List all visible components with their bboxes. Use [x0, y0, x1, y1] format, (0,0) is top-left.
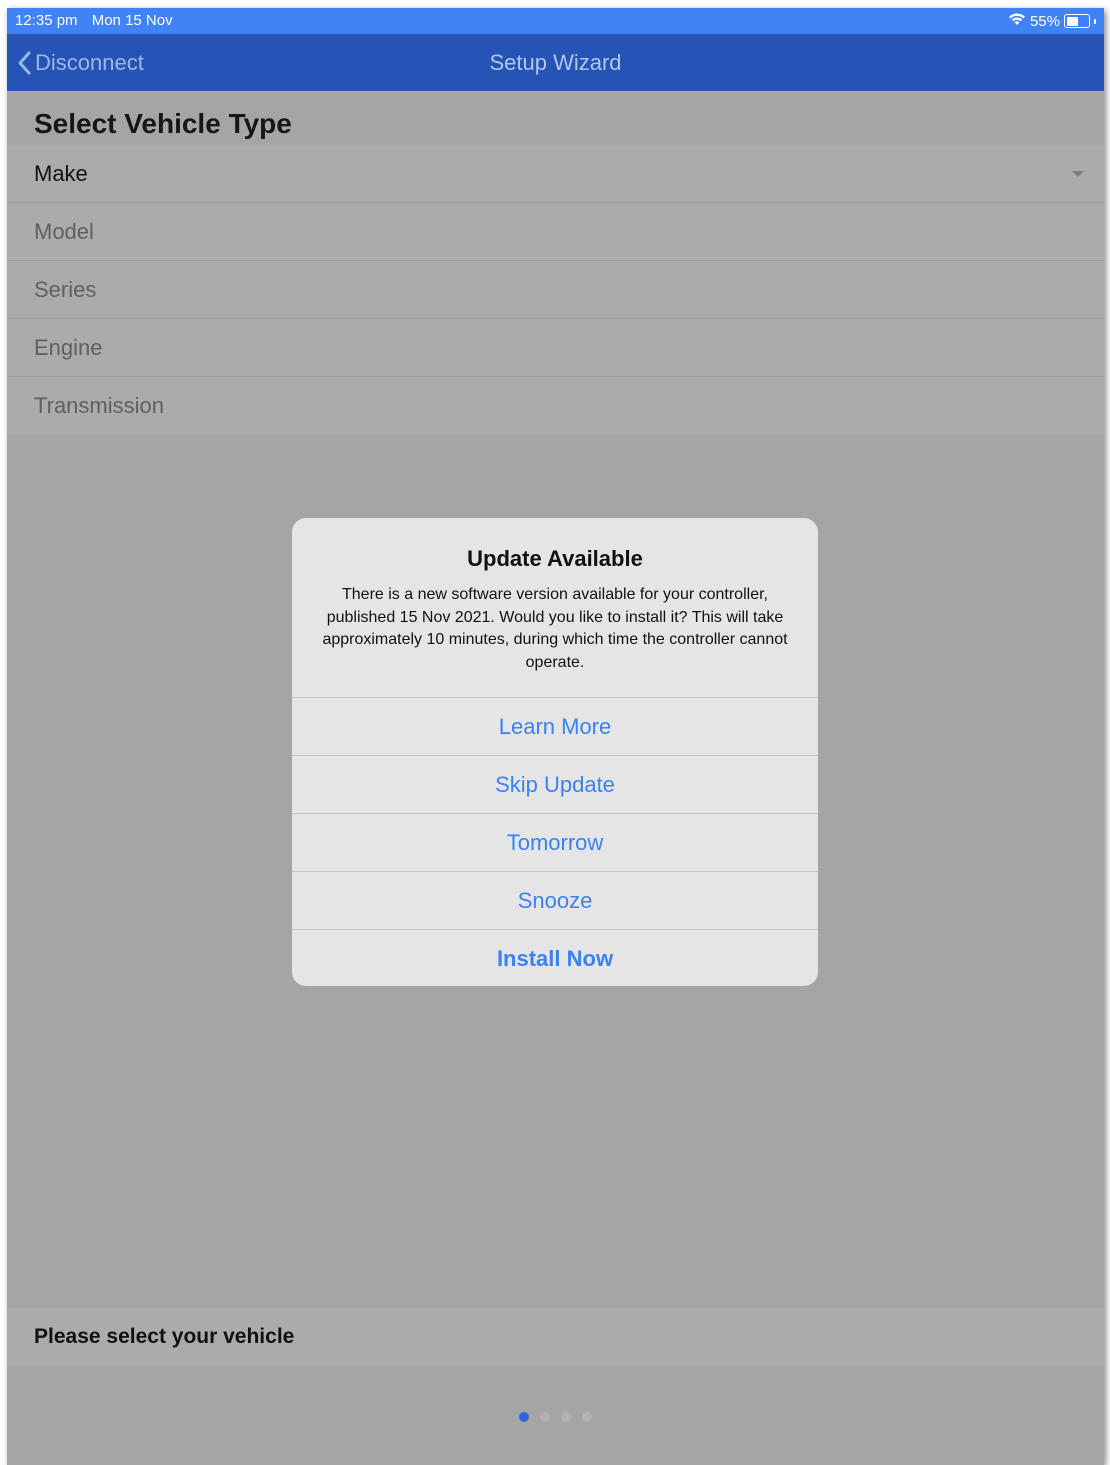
battery-tip	[1094, 18, 1096, 24]
footer-bar: Please select your vehicle	[7, 1308, 1104, 1366]
section-title: Select Vehicle Type	[34, 108, 292, 139]
dropdown-caret-icon[interactable]	[1072, 171, 1084, 177]
field-row-model[interactable]: Model	[7, 203, 1104, 261]
install-now-button[interactable]: Install Now	[292, 929, 818, 986]
status-time: 12:35 pm	[15, 12, 78, 29]
tomorrow-button[interactable]: Tomorrow	[292, 813, 818, 871]
field-row-engine[interactable]: Engine	[7, 319, 1104, 377]
snooze-button[interactable]: Snooze	[292, 871, 818, 929]
status-date: Mon 15 Nov	[91, 12, 173, 29]
dialog-message: There is a new software version availabl…	[322, 586, 788, 671]
page-dot-4[interactable]	[582, 1412, 592, 1422]
page-dot-3[interactable]	[561, 1412, 571, 1422]
learn-more-button[interactable]: Learn More	[292, 697, 818, 755]
field-row-transmission[interactable]: Transmission	[7, 377, 1104, 434]
vehicle-field-list: Make Model Series Engine Transmission	[7, 145, 1104, 434]
field-row-make[interactable]: Make	[7, 145, 1104, 203]
wifi-icon	[1008, 12, 1026, 30]
page-dot-2[interactable]	[540, 1412, 550, 1422]
field-label-series: Series	[34, 276, 97, 302]
footer-instruction: Please select your vehicle	[34, 1325, 295, 1348]
field-label-transmission: Transmission	[34, 392, 164, 418]
status-right: 55%	[1008, 12, 1096, 30]
battery-percent: 55%	[1029, 12, 1060, 30]
field-row-series[interactable]: Series	[7, 261, 1104, 319]
dialog-title: Update Available	[467, 546, 643, 571]
dialog-actions: Learn More Skip Update Tomorrow Snooze I…	[292, 697, 818, 986]
status-bar: 12:35 pm Mon 15 Nov 55%	[7, 8, 1104, 34]
ipad-screen: 12:35 pm Mon 15 Nov 55% Disconnect Setup…	[7, 8, 1104, 1465]
status-left: 12:35 pm Mon 15 Nov	[15, 12, 173, 29]
field-label-engine: Engine	[34, 334, 103, 360]
page-dot-1[interactable]	[519, 1412, 529, 1422]
field-label-model: Model	[34, 218, 94, 244]
skip-update-button[interactable]: Skip Update	[292, 755, 818, 813]
field-label-make: Make	[34, 160, 88, 186]
battery-level-fill	[1066, 16, 1078, 26]
page-indicator	[7, 1412, 1104, 1422]
nav-title: Setup Wizard	[489, 50, 622, 75]
update-available-dialog: Update Available There is a new software…	[292, 518, 818, 986]
navigation-bar: Disconnect Setup Wizard	[7, 34, 1104, 91]
battery-icon	[1064, 14, 1090, 28]
